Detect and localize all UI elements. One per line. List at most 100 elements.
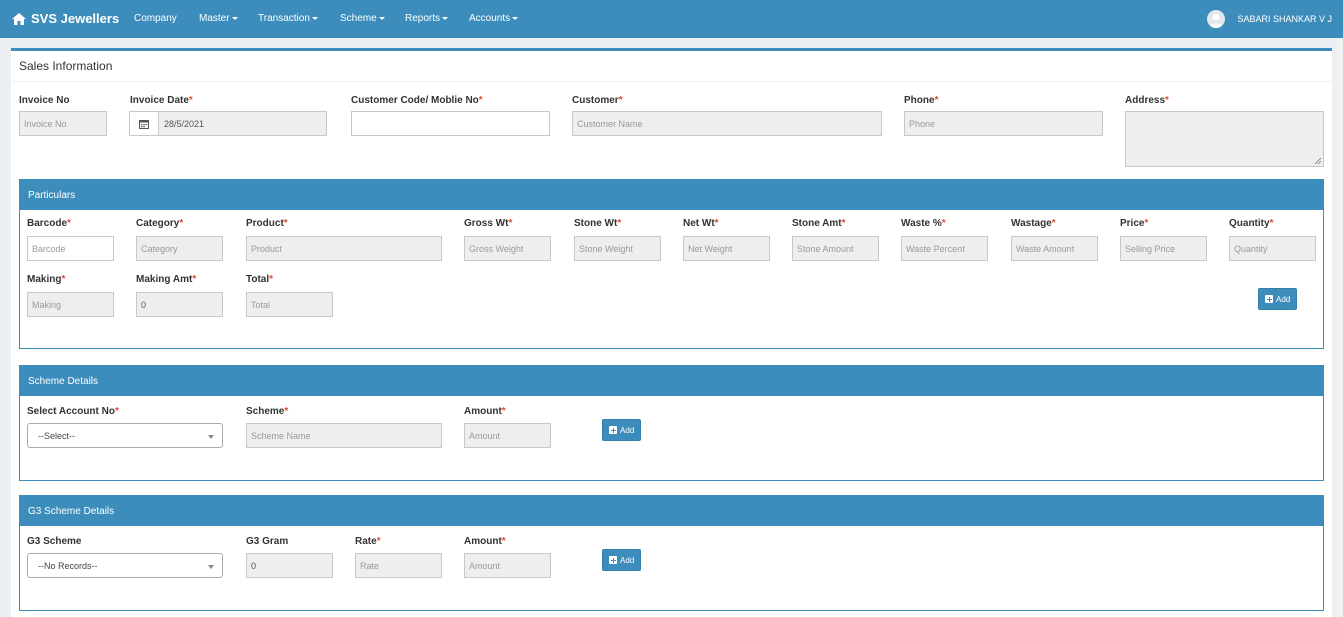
avatar bbox=[1207, 10, 1226, 28]
plus-square-icon bbox=[609, 556, 617, 564]
nav-accounts[interactable]: Accounts bbox=[469, 13, 519, 24]
nav-company[interactable]: Company bbox=[134, 13, 177, 24]
g3-scheme-label: G3 Scheme bbox=[27, 536, 82, 547]
scheme-details-header: Scheme Details bbox=[20, 366, 1323, 396]
net-wt-label: Net Wt* bbox=[683, 218, 719, 229]
scheme-name-input[interactable]: Scheme Name bbox=[246, 423, 442, 448]
customer-label: Customer* bbox=[572, 95, 623, 106]
nav-master-label: Master bbox=[199, 13, 230, 24]
gross-weight-input[interactable]: Gross Weight bbox=[464, 236, 551, 261]
nav-scheme[interactable]: Scheme bbox=[340, 13, 385, 24]
total-label: Total* bbox=[246, 274, 274, 285]
waste-percent-label: Waste %* bbox=[901, 218, 946, 229]
g3-amount-input[interactable]: Amount bbox=[464, 553, 551, 578]
invoice-date-label: Invoice Date* bbox=[130, 95, 193, 106]
gross-wt-label: Gross Wt* bbox=[464, 218, 513, 229]
nav-company-label: Company bbox=[134, 13, 177, 24]
rate-label: Rate* bbox=[355, 536, 381, 547]
g3-scheme-details-header: G3 Scheme Details bbox=[20, 496, 1323, 526]
selling-price-input[interactable]: Selling Price bbox=[1120, 236, 1207, 261]
page-scrollbar[interactable] bbox=[1337, 38, 1343, 617]
add-particular-label: Add bbox=[1276, 294, 1291, 304]
phone-label: Phone* bbox=[904, 95, 939, 106]
account-select[interactable]: --Select-- bbox=[27, 423, 223, 448]
home-icon bbox=[12, 12, 26, 25]
stone-weight-input[interactable]: Stone Weight bbox=[574, 236, 661, 261]
caret-down-icon bbox=[442, 16, 449, 20]
category-label: Category* bbox=[136, 218, 184, 229]
invoice-no-label: Invoice No bbox=[19, 95, 70, 106]
resize-grip-icon[interactable] bbox=[1314, 157, 1321, 164]
add-particular-button[interactable]: Add bbox=[1258, 288, 1298, 310]
caret-down-icon bbox=[231, 16, 238, 20]
stone-amount-input[interactable]: Stone Amount bbox=[792, 236, 879, 261]
barcode-input[interactable]: Barcode bbox=[27, 236, 114, 261]
g3-amount-label: Amount* bbox=[464, 536, 506, 547]
invoice-date-input[interactable]: 28/5/2021 bbox=[129, 111, 327, 136]
calendar-icon[interactable] bbox=[130, 112, 159, 135]
g3-gram-label: G3 Gram bbox=[246, 536, 289, 547]
wastage-label: Wastage* bbox=[1011, 218, 1056, 229]
nav-transaction[interactable]: Transaction bbox=[258, 13, 318, 24]
plus-square-icon bbox=[1265, 295, 1273, 303]
customer-name-input[interactable]: Customer Name bbox=[572, 111, 882, 136]
particulars-header: Particulars bbox=[20, 180, 1323, 210]
quantity-input[interactable]: Quantity bbox=[1229, 236, 1316, 261]
making-amount-input[interactable]: 0 bbox=[136, 292, 223, 317]
product-label: Product* bbox=[246, 218, 288, 229]
customer-code-input[interactable] bbox=[351, 111, 550, 136]
g3-scheme-details-box: G3 Scheme Details G3 Scheme --No Records… bbox=[19, 495, 1324, 611]
address-textarea[interactable] bbox=[1125, 111, 1324, 167]
waste-amount-input[interactable]: Waste Amount bbox=[1011, 236, 1098, 261]
sales-information-panel: Sales Information Invoice No Invoice No … bbox=[11, 48, 1332, 617]
nav-reports-label: Reports bbox=[405, 13, 441, 24]
caret-down-icon bbox=[378, 16, 385, 20]
g3-gram-input[interactable]: 0 bbox=[246, 553, 333, 578]
nav-master[interactable]: Master bbox=[199, 13, 238, 24]
chevron-down-icon bbox=[208, 435, 214, 439]
scheme-label: Scheme* bbox=[246, 406, 289, 417]
caret-down-icon bbox=[311, 16, 318, 20]
user-name: SABARI SHANKAR V J bbox=[1237, 14, 1332, 24]
nav-transaction-label: Transaction bbox=[258, 13, 310, 24]
quantity-label: Quantity* bbox=[1229, 218, 1274, 229]
top-navbar: SVS Jewellers Company Master Transaction… bbox=[0, 0, 1343, 38]
particulars-box: Particulars Barcode* Barcode Category* C… bbox=[19, 179, 1324, 349]
divider bbox=[11, 81, 1332, 82]
stone-wt-label: Stone Wt* bbox=[574, 218, 622, 229]
nav-accounts-label: Accounts bbox=[469, 13, 511, 24]
nav-reports[interactable]: Reports bbox=[405, 13, 449, 24]
add-scheme-label: Add bbox=[620, 425, 635, 435]
plus-square-icon bbox=[609, 426, 617, 434]
g3-scheme-select[interactable]: --No Records-- bbox=[27, 553, 223, 578]
price-label: Price* bbox=[1120, 218, 1149, 229]
add-scheme-button[interactable]: Add bbox=[602, 419, 642, 441]
scheme-amount-label: Amount* bbox=[464, 406, 506, 417]
total-input[interactable]: Total bbox=[246, 292, 333, 317]
brand-link[interactable]: SVS Jewellers bbox=[12, 11, 119, 26]
add-g3-scheme-button[interactable]: Add bbox=[602, 549, 642, 571]
rate-input[interactable]: Rate bbox=[355, 553, 442, 578]
net-weight-input[interactable]: Net Weight bbox=[683, 236, 770, 261]
user-icon bbox=[1209, 13, 1224, 28]
chevron-down-icon bbox=[208, 565, 214, 569]
making-label: Making* bbox=[27, 274, 66, 285]
brand-name: SVS Jewellers bbox=[31, 11, 120, 26]
waste-percent-input[interactable]: Waste Percent bbox=[901, 236, 988, 261]
barcode-label: Barcode* bbox=[27, 218, 71, 229]
select-account-label: Select Account No* bbox=[27, 406, 119, 417]
product-input[interactable]: Product bbox=[246, 236, 442, 261]
stone-amt-label: Stone Amt* bbox=[792, 218, 846, 229]
scheme-details-box: Scheme Details Select Account No* --Sele… bbox=[19, 365, 1324, 481]
customer-code-label: Customer Code/ Moblie No* bbox=[351, 95, 483, 106]
phone-input[interactable]: Phone bbox=[904, 111, 1103, 136]
scheme-amount-input[interactable]: Amount bbox=[464, 423, 551, 448]
add-g3-scheme-label: Add bbox=[620, 555, 635, 565]
making-amt-label: Making Amt* bbox=[136, 274, 197, 285]
invoice-no-input[interactable]: Invoice No bbox=[19, 111, 107, 136]
category-input[interactable]: Category bbox=[136, 236, 223, 261]
nav-scheme-label: Scheme bbox=[340, 13, 377, 24]
making-input[interactable]: Making bbox=[27, 292, 114, 317]
user-menu[interactable]: SABARI SHANKAR V J bbox=[1207, 10, 1332, 28]
address-label: Address* bbox=[1125, 95, 1169, 106]
